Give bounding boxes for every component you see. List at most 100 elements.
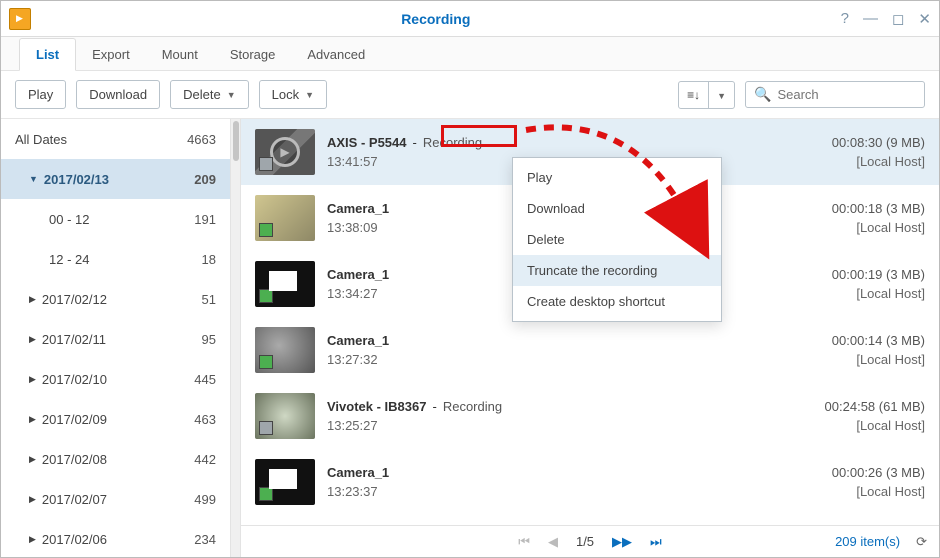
sidebar-date[interactable]: ▶ 2017/02/06 234	[1, 519, 230, 557]
play-button[interactable]: Play	[15, 80, 66, 109]
status-icon	[259, 421, 273, 435]
sidebar-date[interactable]: ▶ 2017/02/11 95	[1, 319, 230, 359]
sidebar: All Dates 4663 ▼2017/02/13 209 00 - 12 1…	[1, 119, 231, 557]
maximize-icon[interactable]: ◻	[892, 10, 904, 28]
recording-name: AXIS - P5544	[327, 135, 407, 150]
refresh-icon[interactable]: ⟳	[916, 534, 927, 550]
recording-item[interactable]: Camera_1 13:27:32 00:00:14 (3 MB) [Local…	[241, 317, 939, 383]
recording-duration: 00:00:26 (3 MB)	[832, 465, 925, 480]
sidebar-label: 2017/02/07	[42, 492, 107, 507]
chevron-down-icon: ▼	[305, 90, 314, 100]
sidebar-label: All Dates	[15, 132, 67, 147]
recording-host: [Local Host]	[832, 484, 925, 499]
ctx-play[interactable]: Play	[513, 162, 721, 193]
recording-thumbnail	[255, 195, 315, 241]
sidebar-count: 191	[194, 212, 216, 227]
pager-prev-icon[interactable]: ◀	[548, 534, 558, 550]
recording-duration: 00:00:14 (3 MB)	[832, 333, 925, 348]
tab-list[interactable]: List	[19, 38, 76, 71]
sidebar-count: 209	[194, 172, 216, 187]
sidebar-count: 445	[194, 372, 216, 387]
recording-duration: 00:00:19 (3 MB)	[832, 267, 925, 282]
tab-mount[interactable]: Mount	[146, 39, 214, 70]
chevron-right-icon: ▶	[29, 494, 36, 505]
recording-thumbnail	[255, 261, 315, 307]
chevron-right-icon: ▶	[29, 334, 36, 345]
ctx-download[interactable]: Download	[513, 193, 721, 224]
sidebar-label: 2017/02/11	[42, 332, 106, 347]
sidebar-count: 95	[202, 332, 216, 347]
status-icon	[259, 157, 273, 171]
close-icon[interactable]: ✕	[918, 10, 931, 28]
recording-time: 13:23:37	[327, 484, 820, 499]
lock-button[interactable]: Lock ▼	[259, 80, 327, 109]
recording-name: Camera_1	[327, 465, 389, 480]
sidebar-label: 2017/02/06	[42, 532, 107, 547]
recording-thumbnail	[255, 459, 315, 505]
recording-time: 13:25:27	[327, 418, 813, 433]
recording-status: Recording	[443, 399, 502, 414]
search-input[interactable]	[777, 87, 940, 102]
pager-page: 1/5	[576, 534, 594, 549]
pager-next-icon[interactable]: ▶▶	[612, 534, 632, 550]
ctx-delete[interactable]: Delete	[513, 224, 721, 255]
sidebar-hour-range[interactable]: 00 - 12 191	[1, 199, 230, 239]
search-box[interactable]: 🔍	[745, 81, 925, 108]
sort-button[interactable]: ≡↓ ▼	[678, 81, 735, 109]
sidebar-count: 51	[202, 292, 216, 307]
sidebar-date[interactable]: ▶ 2017/02/10 445	[1, 359, 230, 399]
sidebar-date[interactable]: ▶2017/02/08 442	[1, 439, 230, 479]
chevron-right-icon: ▶	[29, 374, 36, 385]
sidebar-date[interactable]: ▶ 2017/02/07 499	[1, 479, 230, 519]
recording-item[interactable]: Camera_1 13:23:37 00:00:26 (3 MB) [Local…	[241, 449, 939, 515]
pager-total: 209 item(s)	[835, 534, 900, 549]
recording-name: Vivotek - IB8367	[327, 399, 426, 414]
sidebar-count: 18	[202, 252, 216, 267]
recording-name: Camera_1	[327, 267, 389, 282]
chevron-right-icon: ▶	[29, 534, 36, 545]
ctx-shortcut[interactable]: Create desktop shortcut	[513, 286, 721, 317]
sidebar-count: 463	[194, 412, 216, 427]
minimize-icon[interactable]: —	[863, 10, 878, 28]
delete-label: Delete	[183, 87, 221, 102]
sidebar-label: 00 - 12	[49, 212, 89, 227]
sidebar-count: 4663	[187, 132, 216, 147]
chevron-right-icon: ▶	[29, 294, 36, 305]
pager: ⏮ ◀ 1/5 ▶▶ ⏭ 209 item(s) ⟳	[241, 525, 939, 557]
sidebar-label: 2017/02/10	[42, 372, 107, 387]
recording-status: Recording	[423, 135, 482, 150]
sidebar-count: 442	[194, 452, 216, 467]
recording-thumbnail	[255, 393, 315, 439]
tab-storage[interactable]: Storage	[214, 39, 292, 70]
sidebar-hour-range[interactable]: 12 - 24 18	[1, 239, 230, 279]
search-icon: 🔍	[754, 86, 771, 103]
sidebar-label: 2017/02/08	[42, 452, 107, 467]
pager-first-icon[interactable]: ⏮	[518, 534, 530, 550]
sidebar-all-dates[interactable]: All Dates 4663	[1, 119, 230, 159]
download-button[interactable]: Download	[76, 80, 160, 109]
sidebar-date[interactable]: ▶2017/02/09 463	[1, 399, 230, 439]
tab-export[interactable]: Export	[76, 39, 146, 70]
recording-host: [Local Host]	[832, 154, 925, 169]
sidebar-date[interactable]: ▶ 2017/02/12 51	[1, 279, 230, 319]
sidebar-scrollbar[interactable]	[231, 119, 241, 557]
recording-item[interactable]: Vivotek - IB8367 - Recording 13:25:27 00…	[241, 383, 939, 449]
sidebar-date-selected[interactable]: ▼2017/02/13 209	[1, 159, 230, 199]
help-icon[interactable]: ?	[841, 10, 849, 28]
recording-duration: 00:08:30 (9 MB)	[832, 135, 925, 150]
tab-advanced[interactable]: Advanced	[291, 39, 381, 70]
sidebar-label: 2017/02/09	[42, 412, 107, 427]
delete-button[interactable]: Delete▼	[170, 80, 249, 109]
sidebar-count: 499	[194, 492, 216, 507]
sidebar-count: 234	[194, 532, 216, 547]
sidebar-label: 2017/02/13	[44, 172, 109, 187]
sort-dropdown-icon[interactable]: ▼	[709, 82, 734, 108]
recording-duration: 00:00:18 (3 MB)	[832, 201, 925, 216]
sidebar-label: 2017/02/12	[42, 292, 107, 307]
sort-icon[interactable]: ≡↓	[679, 82, 709, 108]
ctx-truncate[interactable]: Truncate the recording	[513, 255, 721, 286]
lock-label: Lock	[272, 87, 299, 102]
app-icon	[9, 8, 31, 30]
status-icon	[259, 289, 273, 303]
pager-last-icon[interactable]: ⏭	[650, 534, 662, 550]
